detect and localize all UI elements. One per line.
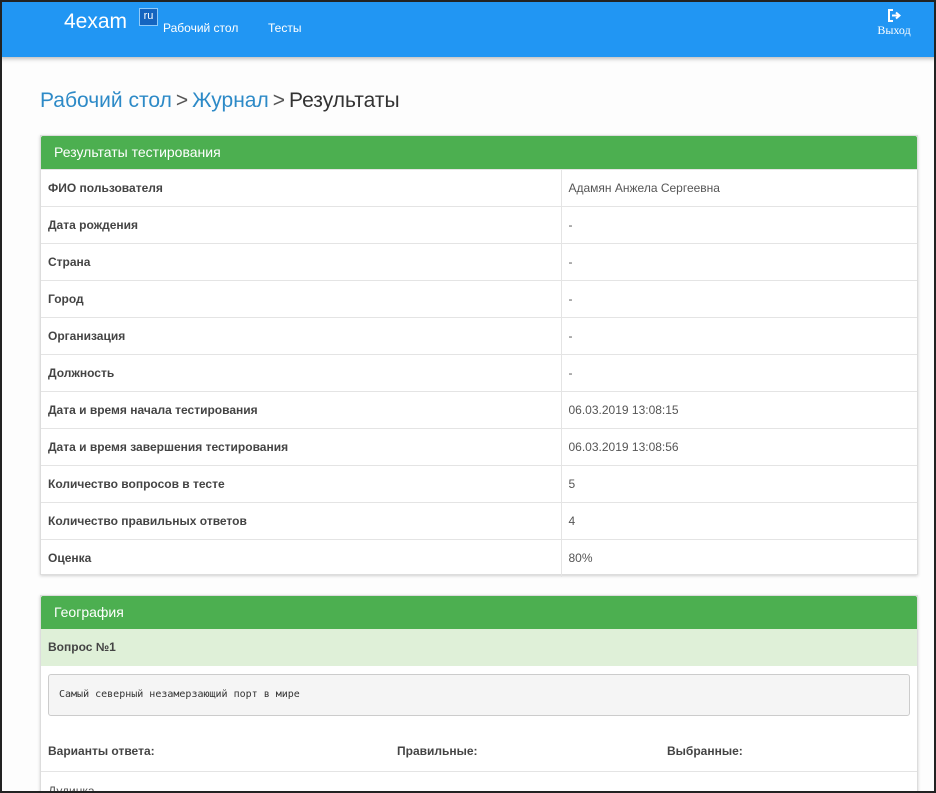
row-value: - <box>561 317 917 355</box>
table-row: Страна - <box>41 243 917 281</box>
row-value: 5 <box>561 465 917 503</box>
row-value: 06.03.2019 13:08:56 <box>561 428 917 466</box>
row-label: ФИО пользователя <box>41 169 562 207</box>
row-label: Должность <box>41 354 562 392</box>
row-value: - <box>561 354 917 392</box>
results-panel: Результаты тестирования ФИО пользователя… <box>40 135 918 577</box>
table-row: Город - <box>41 280 917 318</box>
breadcrumb: Рабочий стол > Журнал > Результаты <box>40 89 400 113</box>
table-row: Должность - <box>41 354 917 392</box>
row-value: 06.03.2019 13:08:15 <box>561 391 917 429</box>
table-row: Организация - <box>41 317 917 355</box>
row-label: Организация <box>41 317 562 355</box>
table-row: Количество вопросов в тесте 5 <box>41 465 917 503</box>
row-value: - <box>561 206 917 244</box>
table-row: Дата и время завершения тестирования 06.0… <box>41 428 917 466</box>
results-panel-title: Результаты тестирования <box>41 136 917 169</box>
row-label: Страна <box>41 243 562 281</box>
table-row: Дата и время начала тестирования 06.03.20… <box>41 391 917 429</box>
table-row: Дата рождения - <box>41 206 917 244</box>
question-header: Вопрос №1 <box>41 629 917 666</box>
row-label: Дата и время начала тестирования <box>41 391 562 429</box>
row-label: Количество правильных ответов <box>41 502 562 540</box>
logout-icon <box>888 9 901 22</box>
row-label: Город <box>41 280 562 318</box>
row-value: - <box>561 243 917 281</box>
top-navbar: 4exam ru Рабочий стол Тесты Выход <box>0 0 936 57</box>
nav-link-desktop[interactable]: Рабочий стол <box>163 21 238 35</box>
question-text: Самый северный незамерзающий порт в мире <box>48 674 910 716</box>
table-row: Оценка 80% <box>41 539 917 577</box>
row-label: Оценка <box>41 539 562 577</box>
breadcrumb-separator: > <box>175 89 189 112</box>
answers-options-label: Варианты ответа: <box>48 744 155 758</box>
row-label: Количество вопросов в тесте <box>41 465 562 503</box>
nav-link-tests[interactable]: Тесты <box>268 21 301 35</box>
logout-label: Выход <box>877 23 911 37</box>
row-label: Дата рождения <box>41 206 562 244</box>
row-label: Дата и время завершения тестирования <box>41 428 562 466</box>
row-value: Адамян Анжела Сергеевна <box>561 169 917 207</box>
breadcrumb-link-journal[interactable]: Журнал <box>192 89 269 112</box>
brand-badge: ru <box>139 8 158 26</box>
answers-correct-label: Правильные: <box>397 744 478 758</box>
results-table: ФИО пользователя Адамян Анжела Сергеевна Д… <box>41 169 917 577</box>
answers-header: Варианты ответа: Правильные: Выбранные: <box>41 730 917 772</box>
section-panel: География Вопрос №1 Самый северный незам… <box>40 595 918 793</box>
answers-chosen-label: Выбранные: <box>667 744 743 758</box>
row-value: - <box>561 280 917 318</box>
row-value: 4 <box>561 502 917 540</box>
section-panel-title: География <box>41 596 917 629</box>
breadcrumb-link-desktop[interactable]: Рабочий стол <box>40 89 172 112</box>
breadcrumb-current: Результаты <box>289 89 400 112</box>
row-value: 80% <box>561 539 917 577</box>
table-row: ФИО пользователя Адамян Анжела Сергеевна <box>41 169 917 207</box>
brand-logo[interactable]: 4exam <box>64 10 127 34</box>
table-row: Количество правильных ответов 4 <box>41 502 917 540</box>
answer-option: Дудинка <box>48 784 95 793</box>
logout-button[interactable]: Выход <box>874 9 914 38</box>
breadcrumb-separator: > <box>272 89 285 112</box>
